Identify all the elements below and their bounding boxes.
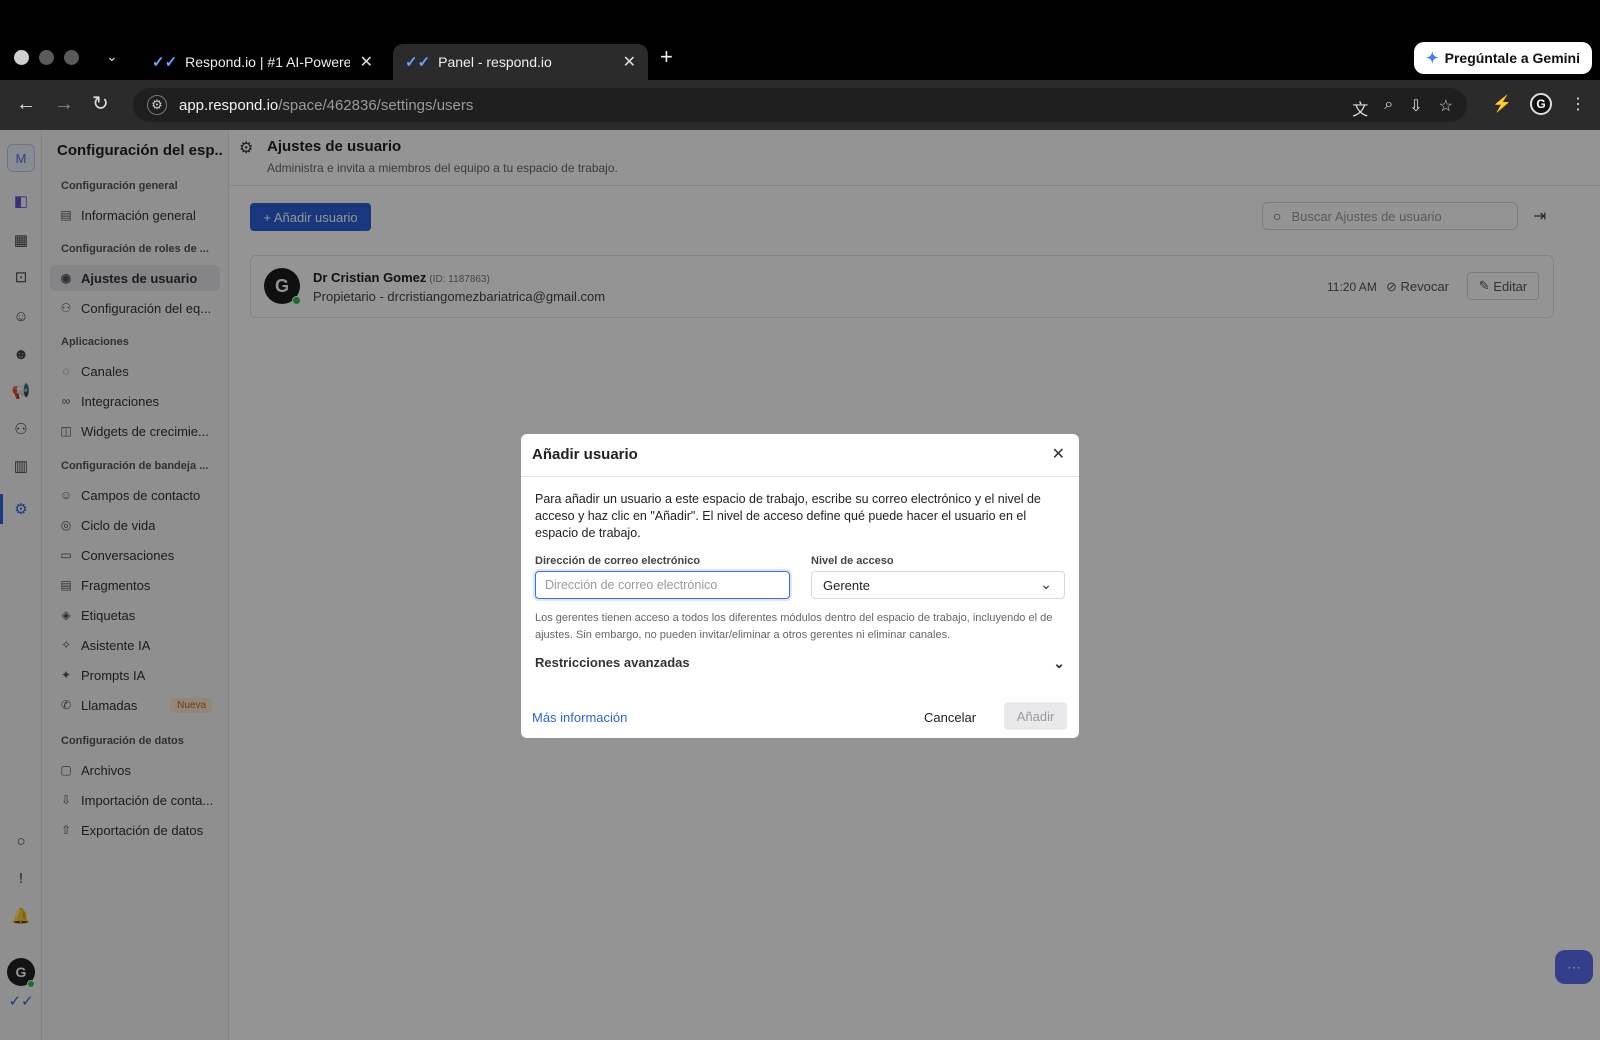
bookmark-star-icon[interactable]: ☆ <box>1439 96 1453 120</box>
browser-tab-respond-home[interactable]: ✓✓ Respond.io | #1 AI-Powered C ✕ <box>140 44 385 80</box>
window-controls[interactable] <box>14 50 79 65</box>
tab-title: Respond.io | #1 AI-Powered C <box>185 54 350 70</box>
ask-gemini-button[interactable]: ✦ Pregúntale a Gemini <box>1414 42 1592 74</box>
add-button[interactable]: Añadir <box>1004 702 1067 730</box>
url-host: app.respond.io <box>179 96 279 114</box>
cancel-button[interactable]: Cancelar <box>924 710 976 725</box>
reload-icon[interactable]: ↻ <box>92 92 109 116</box>
access-level-helper: Los gerentes tienen acceso a todos los d… <box>535 612 1053 641</box>
browser-menu-icon[interactable]: ⋮ <box>1570 94 1586 114</box>
tab-title: Panel - respond.io <box>438 54 552 70</box>
modal-header: Añadir usuario ✕ <box>521 434 1079 477</box>
url-path: /space/462836/settings/users <box>278 96 474 114</box>
tab-search-chevron-icon[interactable]: ⌄ <box>106 48 118 65</box>
access-level-label: Nivel de acceso <box>811 555 894 567</box>
extension-icon[interactable]: ⚡ <box>1492 94 1512 114</box>
advanced-restrictions-toggle[interactable]: Restricciones avanzadas ⌄ <box>535 655 1065 675</box>
zoom-icon[interactable]: ⌕ <box>1384 96 1393 120</box>
minimize-window-icon[interactable] <box>39 50 54 65</box>
address-bar[interactable]: ⚙ app.respond.io/space/462836/settings/u… <box>133 88 1467 122</box>
browser-tab-panel[interactable]: ✓✓ Panel - respond.io ✕ <box>393 44 648 80</box>
forward-arrow-icon[interactable]: → <box>54 92 74 116</box>
add-user-modal: Añadir usuario ✕ Para añadir un usuario … <box>521 434 1079 738</box>
close-window-icon[interactable] <box>14 50 29 65</box>
respond-logo-icon: ✓✓ <box>152 54 178 71</box>
gemini-spark-icon: ✦ <box>1426 50 1439 67</box>
maximize-window-icon[interactable] <box>64 50 79 65</box>
access-level-select[interactable]: Gerente ⌄ <box>811 571 1065 599</box>
close-tab-icon[interactable]: ✕ <box>623 52 636 72</box>
profile-avatar[interactable]: G <box>1530 93 1552 115</box>
browser-toolbar: ← → ↻ ⚙ app.respond.io/space/462836/sett… <box>0 80 1600 130</box>
close-icon[interactable]: ✕ <box>1052 444 1065 464</box>
chevron-down-icon: ⌄ <box>1053 655 1065 671</box>
advanced-restrictions-label: Restricciones avanzadas <box>535 655 690 670</box>
install-app-icon[interactable]: ⇩ <box>1409 96 1422 120</box>
close-tab-icon[interactable]: ✕ <box>360 52 373 72</box>
site-settings-icon[interactable]: ⚙ <box>147 95 167 115</box>
more-info-link[interactable]: Más información <box>532 710 627 725</box>
respond-logo-icon: ✓✓ <box>405 54 431 71</box>
modal-title: Añadir usuario <box>532 446 638 463</box>
email-field-label: Dirección de correo electrónico <box>535 555 701 567</box>
email-field[interactable] <box>535 571 790 599</box>
translate-icon[interactable]: 文 <box>1352 96 1368 120</box>
new-tab-icon[interactable]: + <box>660 44 673 70</box>
gemini-label: Pregúntale a Gemini <box>1444 50 1580 66</box>
access-level-value: Gerente <box>823 577 870 593</box>
chevron-down-icon: ⌄ <box>1040 576 1052 592</box>
modal-description: Para añadir un usuario a este espacio de… <box>535 492 1041 540</box>
back-arrow-icon[interactable]: ← <box>16 92 36 116</box>
browser-tab-bar: ⌄ ✓✓ Respond.io | #1 AI-Powered C ✕ ✓✓ P… <box>0 0 1600 80</box>
